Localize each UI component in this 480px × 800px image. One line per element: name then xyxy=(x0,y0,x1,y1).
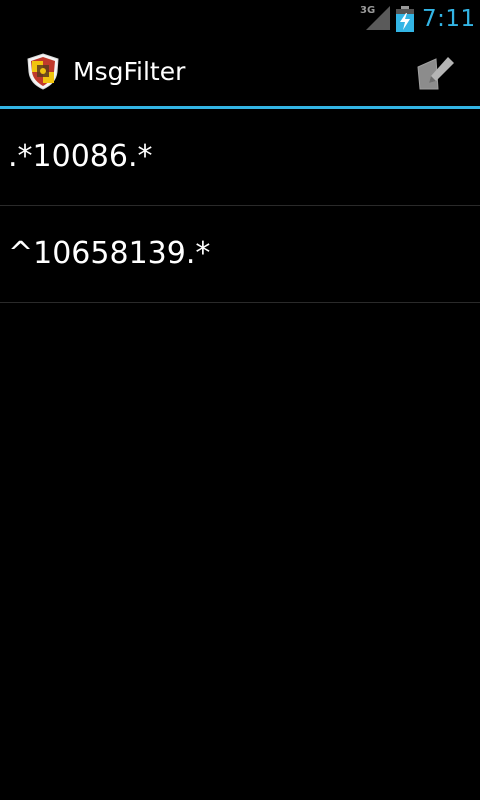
filter-pattern-text: .*10086.* xyxy=(8,139,153,174)
filter-pattern-text: ^10658139.* xyxy=(8,236,211,271)
app-title: MsgFilter xyxy=(73,57,186,86)
action-bar: MsgFilter xyxy=(0,38,480,106)
list-item[interactable]: ^10658139.* xyxy=(0,206,480,303)
filter-list: .*10086.* ^10658139.* xyxy=(0,109,480,303)
battery-charging-icon xyxy=(396,6,414,32)
compose-icon xyxy=(417,57,454,90)
list-item[interactable]: .*10086.* xyxy=(0,109,480,206)
screen: 3G 7:11 MsgFilter .*10086.* ^10658139.* xyxy=(0,0,480,800)
status-clock: 7:11 xyxy=(422,6,476,32)
status-bar: 3G 7:11 xyxy=(0,0,480,38)
compose-button[interactable] xyxy=(406,46,466,100)
shield-icon[interactable] xyxy=(24,52,62,90)
network-type-label: 3G xyxy=(360,5,376,16)
